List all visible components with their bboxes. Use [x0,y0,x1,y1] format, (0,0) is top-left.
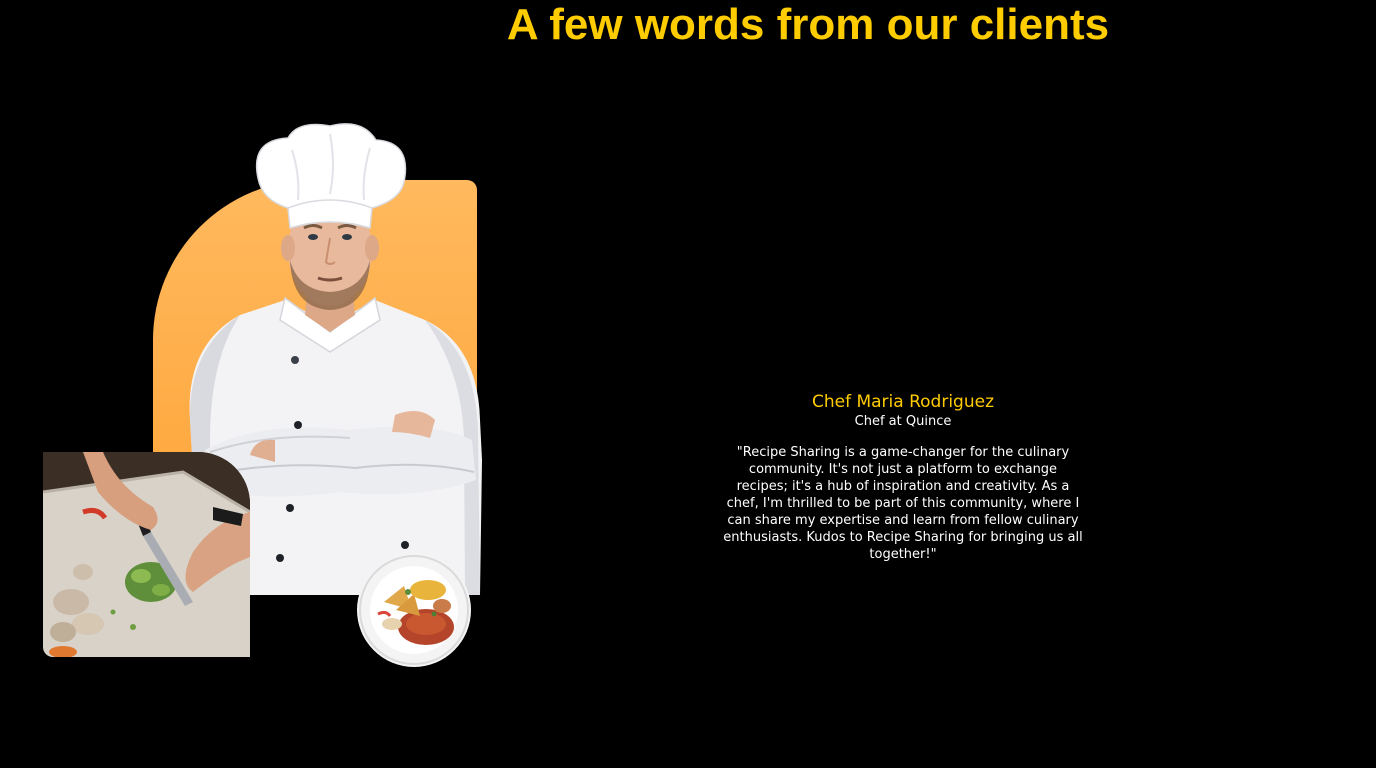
testimonial-card: Chef Maria Rodriguez Chef at Quince "Rec… [722,392,1084,563]
testimonial-quote: "Recipe Sharing is a game-changer for th… [723,445,1083,562]
client-name: Chef Maria Rodriguez [811,392,994,412]
food-plate-image [357,553,471,667]
testimonial-visual [0,0,560,768]
client-role: Chef at Quince [854,414,952,429]
chopping-vegetables-image [43,452,250,657]
